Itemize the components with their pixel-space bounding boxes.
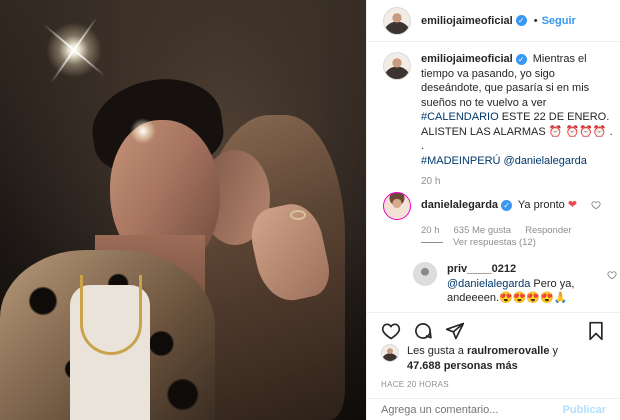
author-avatar[interactable] — [383, 6, 411, 35]
publish-button[interactable]: Publicar — [563, 404, 606, 416]
alarm-emojis: ⏰ ⏰⏰⏰ . — [548, 125, 613, 138]
caption-mention[interactable]: @danielalegarda — [504, 155, 587, 167]
reply-avatar[interactable] — [413, 262, 437, 286]
hashtag-calendario[interactable]: #CALENDARIO — [421, 111, 499, 123]
likes-others-count[interactable]: 47.688 personas más — [407, 360, 518, 372]
separator-dot: • — [533, 14, 538, 27]
action-bar — [367, 312, 620, 348]
view-replies-button[interactable]: Ver respuestas (12) — [421, 237, 536, 248]
caption-dot-line: . — [421, 140, 425, 152]
verified-badge-icon: ✓ — [501, 199, 513, 211]
likes-prefix: Les gusta a — [407, 345, 464, 357]
caption-username[interactable]: emiliojaimeoficial — [421, 53, 513, 65]
liker-username[interactable]: raulromerovalle — [467, 345, 550, 357]
reply-item: priv____0212 @danielalegarda Pero ya, an… — [413, 262, 617, 306]
hashtag-madeinperu[interactable]: #MADEINPERÚ — [421, 155, 500, 167]
verified-badge-icon: ✓ — [515, 53, 527, 65]
reply-like-heart-icon[interactable] — [607, 270, 617, 280]
follow-button[interactable]: Seguir — [542, 15, 576, 27]
comment-icon[interactable] — [411, 319, 435, 343]
view-replies-label: Ver respuestas (12) — [453, 237, 536, 248]
bookmark-icon[interactable] — [584, 319, 608, 343]
share-icon[interactable] — [443, 319, 467, 343]
photo-gold-chain — [80, 275, 142, 355]
reply-emojis: 😍😍😍😍🙏 — [499, 292, 568, 304]
caption-text: emiliojaimeoficial ✓ Mientras el tiempo v… — [421, 52, 613, 168]
comment-text: Ya pronto — [517, 199, 565, 211]
post-caption: emiliojaimeoficial ✓ Mientras el tiempo v… — [383, 52, 613, 187]
post-photo[interactable] — [0, 0, 366, 420]
likes-summary: Les gusta a raulromerovalle y 47.688 per… — [381, 344, 611, 374]
photo-light-flare — [44, 20, 104, 80]
photo-light-flare-small — [130, 118, 156, 144]
comment-input[interactable] — [381, 403, 563, 416]
comment-time[interactable]: 20 h — [421, 225, 440, 236]
comment-like-heart-icon[interactable] — [591, 200, 601, 210]
reply-username[interactable]: priv____0212 — [447, 263, 516, 275]
comment-item: danielalegarda ✓ Ya pronto ❤ 20 h 635 Me … — [383, 192, 613, 236]
comment-username[interactable]: danielalegarda — [421, 199, 498, 211]
red-heart-emoji: ❤ — [567, 199, 578, 211]
reply-mention[interactable]: @danielalegarda — [447, 278, 530, 290]
likes-connector: y — [552, 345, 559, 357]
commenter-avatar[interactable] — [383, 192, 411, 220]
author-username[interactable]: emiliojaimeoficial — [421, 15, 513, 27]
verified-badge-icon: ✓ — [515, 15, 527, 26]
post-timestamp[interactable]: HACE 20 HORAS — [381, 380, 449, 389]
caption-avatar[interactable] — [383, 52, 411, 80]
post-header: emiliojaimeoficial ✓ • Seguir — [367, 0, 620, 42]
heart-icon[interactable] — [379, 319, 403, 343]
comment-meta: 20 h 635 Me gusta Responder — [421, 225, 577, 236]
add-comment-bar: Publicar — [367, 398, 620, 420]
post-side-panel: emiliojaimeoficial ✓ • Seguir emiliojaim… — [366, 0, 620, 420]
caption-time[interactable]: 20 h — [421, 176, 613, 187]
replies-divider — [421, 242, 443, 243]
comment-likes[interactable]: 635 Me gusta — [454, 225, 512, 236]
photo-ring — [290, 210, 306, 220]
reply-button[interactable]: Responder — [525, 225, 571, 236]
liker-avatar[interactable] — [381, 344, 399, 362]
